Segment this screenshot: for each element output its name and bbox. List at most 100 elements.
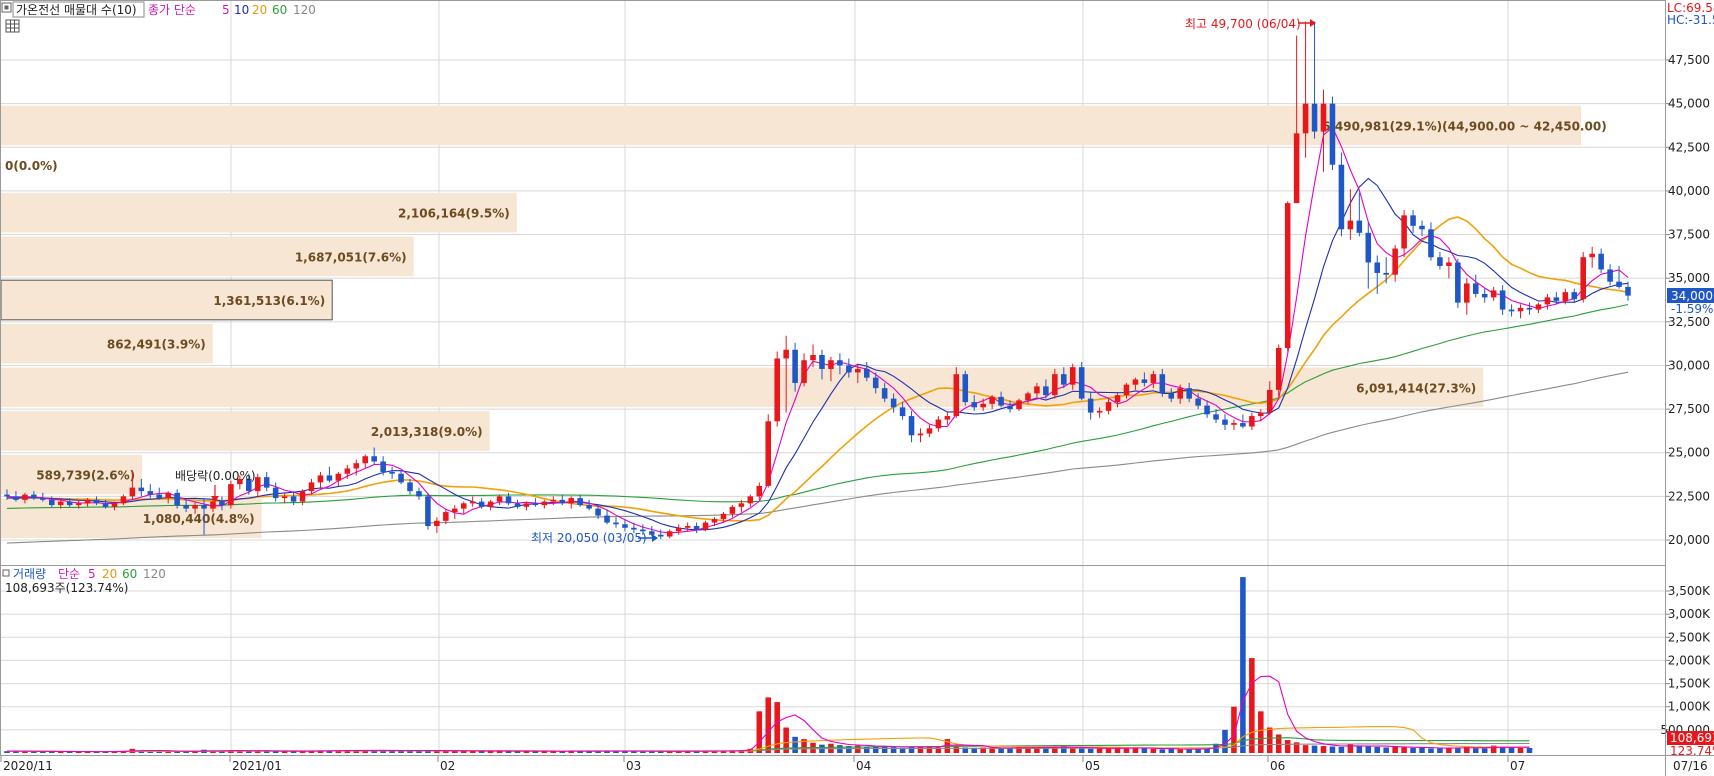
time-tick-label: 2020/11 — [3, 759, 53, 773]
candle-body — [998, 396, 1004, 406]
candle-body — [111, 503, 118, 507]
candle-body — [729, 506, 736, 514]
ma10-label: 10 — [234, 3, 249, 17]
candle — [1455, 258, 1461, 308]
volume-profile-label: 862,491(3.9%) — [107, 338, 206, 352]
table-view-icon[interactable] — [5, 19, 20, 33]
candle-body — [550, 499, 557, 502]
vol-ma20-label: 20 — [102, 567, 117, 581]
candle-body — [1481, 293, 1488, 298]
candle-body — [49, 499, 55, 506]
candle-body — [272, 487, 279, 499]
high-label: 최고 49,700 (06/04) — [1185, 17, 1301, 31]
time-tick-label: 06 — [1270, 759, 1285, 773]
candle-body — [1123, 384, 1130, 396]
volume-bar — [1365, 746, 1372, 753]
candle-body — [863, 368, 870, 378]
candle-body — [935, 419, 942, 429]
candle-body — [299, 491, 306, 502]
vol-ma60-label: 60 — [122, 567, 137, 581]
volume-bar — [1123, 748, 1130, 753]
candle-body — [1625, 286, 1631, 296]
volume-ma-title: 단순 — [58, 567, 80, 581]
candle-body — [4, 494, 10, 497]
candle-body — [1114, 395, 1121, 403]
candle-body — [989, 396, 995, 404]
candle-body — [344, 468, 351, 474]
candle-body — [263, 477, 270, 488]
volume-bar — [1338, 746, 1345, 753]
candle-body — [120, 496, 127, 504]
candle-body — [846, 365, 852, 373]
volume-bar — [1141, 748, 1148, 753]
candle-body — [362, 456, 369, 464]
candle-body — [254, 477, 261, 492]
candle-body — [747, 496, 754, 504]
candle-body — [855, 368, 861, 373]
candle-body — [1616, 281, 1622, 287]
volume-tick-label: 3,000K — [1668, 607, 1711, 621]
volume-bar — [1150, 748, 1157, 753]
candle-body — [908, 416, 915, 436]
candle-body — [93, 499, 100, 504]
candle — [953, 367, 960, 418]
volume-bar — [1472, 748, 1479, 753]
volume-bar — [872, 746, 879, 753]
volume-profile-label: 1,687,051(7.6%) — [295, 250, 407, 264]
candle-body — [1419, 225, 1425, 230]
candle-body — [1365, 232, 1372, 263]
volume-bar — [1410, 747, 1416, 753]
volume-bar — [1266, 727, 1273, 753]
candle-body — [1096, 410, 1103, 413]
candle-body — [326, 475, 333, 481]
volume-bar — [1284, 740, 1291, 753]
volume-bar — [1428, 748, 1434, 753]
candle-body — [201, 505, 207, 509]
candle-body — [129, 487, 136, 497]
candle-body — [1383, 272, 1389, 275]
candle-body — [398, 473, 404, 483]
candle-body — [765, 421, 772, 486]
candle-body — [443, 512, 449, 521]
candle-body — [1061, 374, 1067, 385]
stock-chart[interactable]: 0(0.0%) 6,490,981(29.1%)(44,900.00 ~ 42,4… — [0, 0, 1714, 776]
candle-body — [514, 503, 521, 507]
candle-body — [1553, 297, 1560, 301]
time-tick-label: 04 — [856, 759, 871, 773]
volume-bar — [1383, 747, 1389, 753]
volume-bar — [1320, 746, 1327, 753]
volume-tick-label: 1,500K — [1668, 677, 1711, 691]
ma60-label: 60 — [272, 3, 287, 17]
volume-profile-label: 1,361,513(6.1%) — [213, 294, 325, 308]
candle-body — [147, 491, 154, 495]
volume-bar — [953, 746, 960, 753]
candle-body — [1598, 253, 1604, 270]
candle-body — [380, 461, 386, 472]
volume-bar — [1356, 746, 1363, 753]
low-label: 최저 20,050 (03/05) — [531, 531, 647, 545]
ma120-label: 120 — [293, 3, 316, 17]
candle-body — [1347, 220, 1354, 230]
candle-body — [1374, 262, 1381, 273]
candle-body — [102, 503, 109, 507]
candle-body — [1186, 388, 1192, 399]
candle-body — [22, 494, 28, 500]
candle-body — [183, 505, 189, 509]
candle-body — [1607, 269, 1613, 282]
candle-body — [1168, 393, 1175, 399]
candle-body — [568, 498, 574, 504]
candle-body — [1240, 423, 1246, 427]
volume-profile-bar — [1, 367, 1484, 408]
candle-body — [31, 494, 37, 499]
volume-bar — [165, 751, 171, 753]
candle-body — [532, 503, 539, 506]
volume-bar — [1526, 747, 1533, 753]
candle-body — [586, 505, 592, 509]
volume-bar — [765, 697, 772, 753]
candle — [1275, 344, 1282, 397]
candle-body — [917, 433, 924, 436]
candle-body — [1544, 297, 1551, 305]
candle-body — [1007, 405, 1013, 410]
ma-title: 종가 단순 — [148, 3, 196, 17]
candle-body — [1025, 393, 1031, 401]
